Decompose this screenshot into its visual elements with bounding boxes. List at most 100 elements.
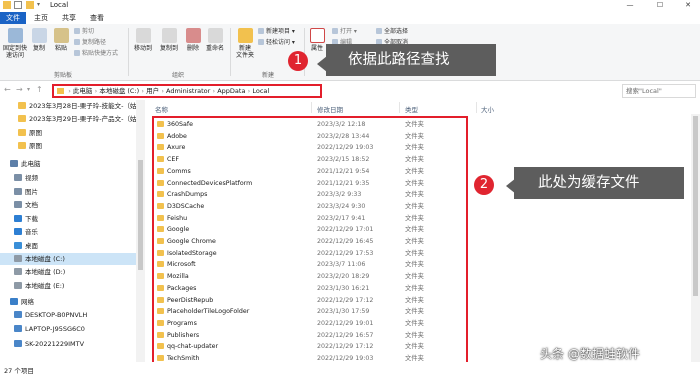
nav-item-label: 文档 — [25, 201, 38, 209]
address-bar[interactable]: › 此电脑 › 本地磁盘 (C:) › 用户 › Administrator ›… — [52, 84, 322, 98]
new-folder-button[interactable]: 新建 文件夹 — [234, 28, 256, 59]
copy-button[interactable]: 复制 — [30, 28, 48, 52]
delete-label: 删除 — [186, 45, 199, 52]
nav-item[interactable]: 桌面 — [0, 240, 136, 252]
copy-icon — [31, 28, 47, 43]
up-arrow-icon[interactable]: ↑ — [36, 85, 43, 94]
minimize-button[interactable]: — — [620, 0, 640, 11]
pin-quick-access-button[interactable]: 固定到快 速访问 — [2, 28, 28, 59]
tab-home[interactable]: 主页 — [28, 12, 54, 24]
paste-shortcut-label: 粘贴快捷方式 — [82, 50, 119, 57]
copy-path-label: 复制路径 — [82, 39, 107, 46]
crumb-this-pc[interactable]: 此电脑 — [73, 87, 93, 95]
nav-item[interactable]: 图片 — [0, 186, 136, 198]
pin-icon — [7, 28, 23, 43]
tab-share[interactable]: 共享 — [56, 12, 82, 24]
select-all-button[interactable]: 全部选择 — [376, 28, 408, 36]
nav-item-label: SK-20221229IMTV — [25, 340, 85, 348]
callout-cache: 此处为缓存文件 — [514, 167, 684, 199]
nav-scrollbar-thumb[interactable] — [138, 160, 143, 270]
item-count: 27 个项目 — [4, 367, 34, 375]
nav-item[interactable]: 2023年3月28日-栗子玲-技能文-（姑 — [0, 100, 136, 112]
easy-access-label: 轻松访问 — [266, 39, 291, 46]
paste-icon — [53, 28, 69, 43]
cut-button[interactable]: 剪切 — [74, 28, 94, 36]
nav-item[interactable]: 网络 — [0, 296, 136, 308]
copy-to-button[interactable]: 复制到 — [158, 28, 180, 52]
nav-item[interactable]: LAPTOP-J95SG6C0 — [0, 323, 136, 335]
nav-item[interactable]: SK-20221229IMTV — [0, 338, 136, 350]
nav-item-icon — [14, 311, 22, 318]
tab-file[interactable]: 文件 — [0, 12, 26, 24]
nav-item-icon — [14, 282, 22, 289]
open-button[interactable]: 打开 ▾ — [332, 28, 357, 36]
nav-item-label: 原图 — [29, 142, 42, 150]
column-header-date[interactable]: 修改日期 — [317, 104, 343, 114]
crumb-appdata[interactable]: AppData — [217, 87, 245, 95]
nav-item-icon — [14, 228, 22, 235]
back-arrow-icon[interactable]: ← — [4, 85, 11, 94]
nav-item[interactable]: 原图 — [0, 127, 136, 139]
nav-item-label: 原图 — [29, 129, 42, 137]
tab-view[interactable]: 查看 — [84, 12, 110, 24]
nav-item[interactable]: 原图 — [0, 140, 136, 152]
nav-item-label: 视频 — [25, 174, 38, 182]
properties-button[interactable]: 属性 — [308, 28, 326, 52]
paste-button[interactable]: 粘贴 — [52, 28, 70, 52]
close-button[interactable]: ✕ — [678, 0, 698, 11]
rename-label: 重命名 — [205, 45, 224, 52]
nav-item[interactable]: 本地磁盘 (D:) — [0, 266, 136, 278]
new-item-button[interactable]: 新建项目 ▾ — [258, 28, 295, 36]
group-label-new: 新建 — [262, 72, 275, 79]
column-header-name[interactable]: 名称 — [155, 104, 168, 114]
list-scrollbar-thumb[interactable] — [693, 116, 698, 296]
delete-button[interactable]: 删除 — [184, 28, 202, 52]
nav-item-icon — [14, 188, 22, 195]
forward-arrow-icon[interactable]: → — [16, 85, 23, 94]
column-header-size[interactable]: 大小 — [481, 104, 494, 114]
nav-item[interactable]: 本地磁盘 (E:) — [0, 280, 136, 292]
nav-item-icon — [18, 129, 26, 136]
column-header-type[interactable]: 类型 — [405, 104, 418, 114]
nav-item[interactable]: 视频 — [0, 172, 136, 184]
watermark: 头条 @数据蛙软件 — [540, 347, 640, 361]
move-to-label: 移动到 — [133, 45, 152, 52]
nav-item-label: 图片 — [25, 188, 38, 196]
nav-item[interactable]: DESKTOP-B0PNVLH — [0, 309, 136, 321]
recent-dropdown-icon[interactable]: ▾ — [27, 86, 30, 93]
checkbox-icon[interactable] — [14, 1, 22, 9]
nav-item-icon — [18, 115, 26, 122]
crumb-administrator[interactable]: Administrator — [166, 87, 210, 95]
callout-path: 依据此路径查找 — [326, 44, 496, 76]
nav-item[interactable]: 2023年3月29日-栗子玲-产品文-（姑 — [0, 113, 136, 125]
nav-item-icon — [14, 242, 22, 249]
nav-item-icon — [10, 298, 18, 305]
maximize-button[interactable]: ☐ — [650, 0, 670, 11]
callout-number-2: 2 — [474, 175, 494, 195]
crumb-c-drive[interactable]: 本地磁盘 (C:) — [99, 87, 139, 95]
ribbon-tabs: 文件 主页 共享 查看 — [0, 11, 700, 24]
open-icon — [332, 28, 338, 34]
dropdown-icon[interactable]: ▾ — [37, 1, 45, 9]
column-divider — [311, 102, 312, 113]
paste-shortcut-button[interactable]: 粘贴快捷方式 — [74, 50, 118, 58]
new-folder-label: 新建 文件夹 — [235, 45, 254, 59]
nav-item[interactable]: 音乐 — [0, 226, 136, 238]
quick-access-folder-icon[interactable] — [26, 1, 34, 9]
nav-item-label: 2023年3月29日-栗子玲-产品文-（姑 — [29, 115, 136, 123]
nav-item[interactable]: 此电脑 — [0, 158, 136, 170]
copy-path-button[interactable]: 复制路径 — [74, 39, 106, 47]
crumb-local[interactable]: Local — [252, 87, 269, 95]
move-to-button[interactable]: 移动到 — [132, 28, 154, 52]
nav-item[interactable]: 本地磁盘 (C:) — [0, 253, 136, 265]
nav-item-icon — [14, 255, 22, 262]
nav-item[interactable]: 文档 — [0, 199, 136, 211]
nav-item[interactable]: 下载 — [0, 213, 136, 225]
nav-item-label: DESKTOP-B0PNVLH — [25, 311, 88, 319]
search-input[interactable]: 搜索"Local" — [622, 84, 696, 98]
title-bar: ▾ Local — ☐ ✕ — [0, 0, 700, 11]
easy-access-button[interactable]: 轻松访问 ▾ — [258, 39, 295, 47]
crumb-users[interactable]: 用户 — [146, 87, 159, 95]
select-all-label: 全部选择 — [384, 28, 409, 35]
rename-button[interactable]: 重命名 — [204, 28, 226, 52]
